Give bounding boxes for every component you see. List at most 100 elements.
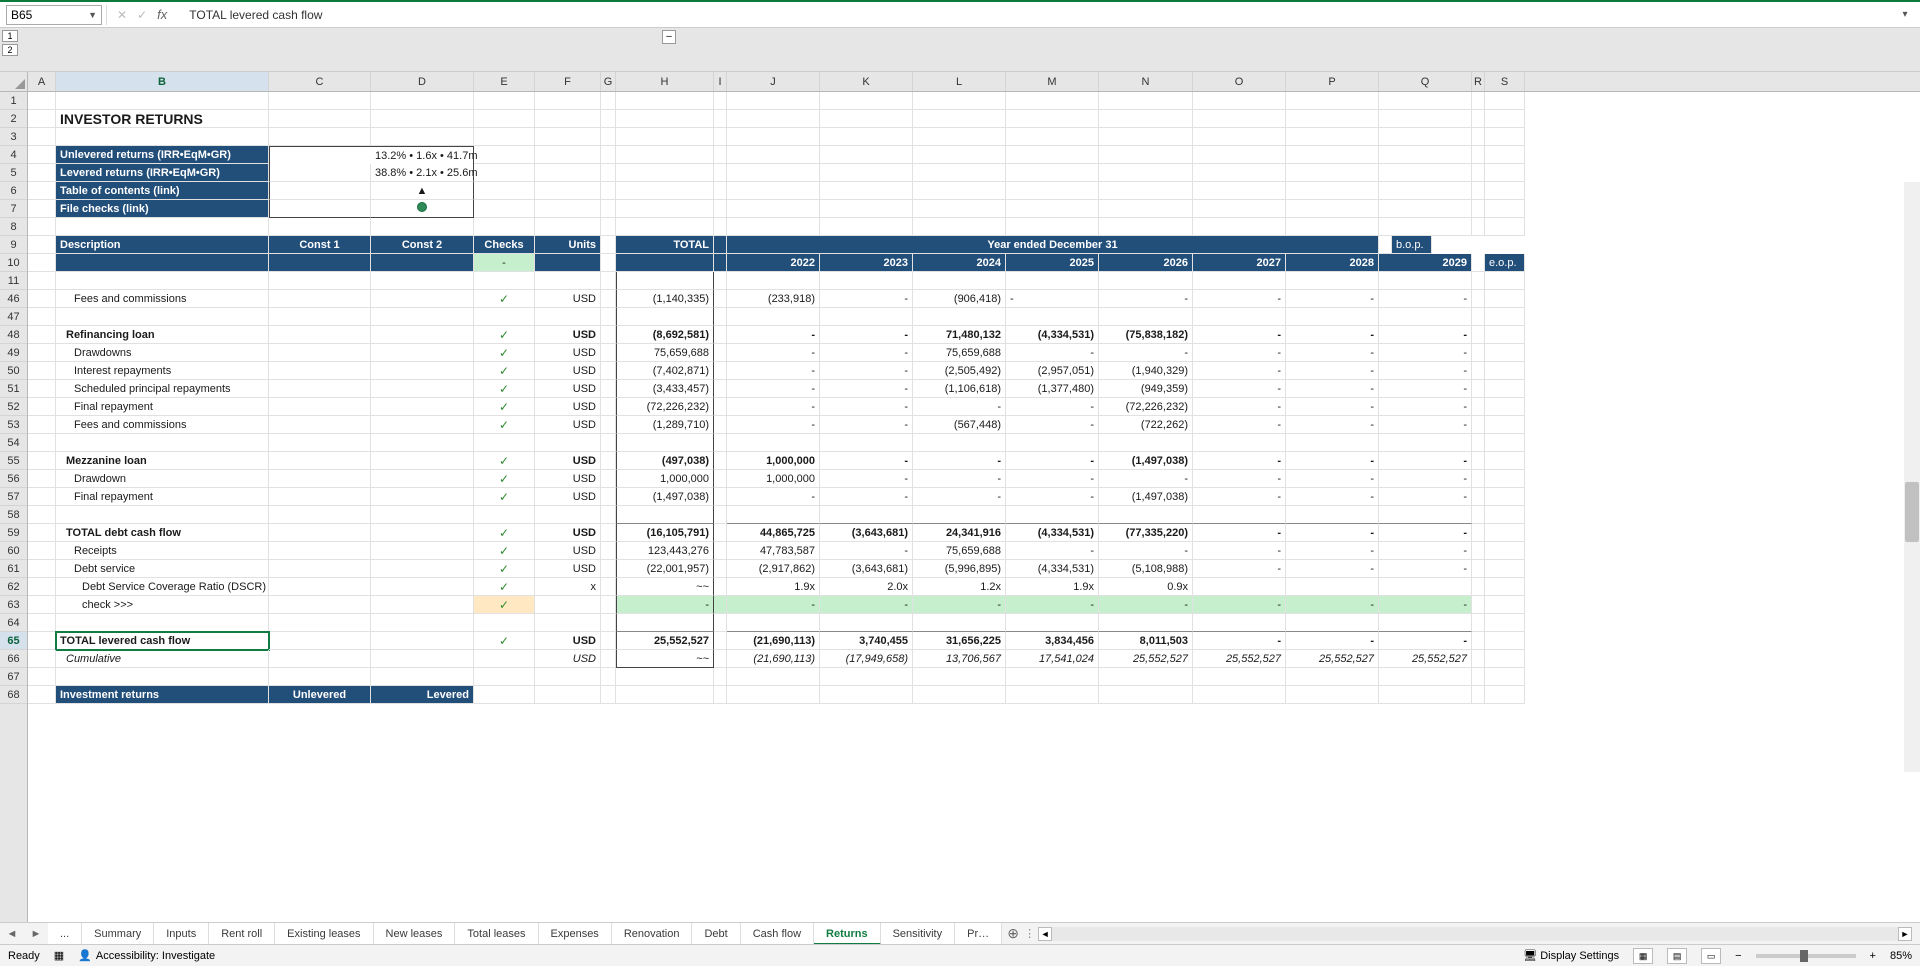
tab-nav-next[interactable]: ► xyxy=(24,928,48,940)
zoom-out-button[interactable]: − xyxy=(1735,950,1741,962)
sheet-tab[interactable]: New leases xyxy=(374,923,456,945)
row-header[interactable]: 3 xyxy=(0,128,27,146)
row-header[interactable]: 49 xyxy=(0,344,27,362)
row-header[interactable]: 60 xyxy=(0,542,27,560)
row-header[interactable]: 4 xyxy=(0,146,27,164)
row-header[interactable]: 10 xyxy=(0,254,27,272)
row-header[interactable]: 63 xyxy=(0,596,27,614)
col-header[interactable]: O xyxy=(1193,72,1286,91)
formula-input[interactable]: TOTAL levered cash flow xyxy=(181,8,1892,22)
row-header[interactable]: 61 xyxy=(0,560,27,578)
outline-level-2[interactable]: 2 xyxy=(2,44,18,56)
selected-cell[interactable]: TOTAL levered cash flow xyxy=(56,632,269,650)
col-header[interactable]: P xyxy=(1286,72,1379,91)
sheet-tab[interactable]: Cash flow xyxy=(741,923,814,945)
col-header[interactable]: A xyxy=(28,72,56,91)
row-header[interactable]: 47 xyxy=(0,308,27,326)
col-header[interactable]: K xyxy=(820,72,913,91)
row-header[interactable]: 50 xyxy=(0,362,27,380)
row-header[interactable]: 58 xyxy=(0,506,27,524)
name-box-dropdown-icon[interactable]: ▼ xyxy=(88,10,97,20)
col-header[interactable]: J xyxy=(727,72,820,91)
sheet-tab[interactable]: Total leases xyxy=(455,923,538,945)
sheet-tab[interactable]: Summary xyxy=(82,923,154,945)
view-layout-button[interactable]: ▤ xyxy=(1667,948,1687,964)
fx-icon[interactable]: fx xyxy=(157,7,167,22)
zoom-knob[interactable] xyxy=(1800,950,1808,962)
row-header[interactable]: 6 xyxy=(0,182,27,200)
col-header[interactable]: G xyxy=(601,72,616,91)
col-header[interactable]: S xyxy=(1485,72,1525,91)
display-settings[interactable]: 🖥 Display Settings xyxy=(1523,949,1619,962)
view-normal-button[interactable]: ▦ xyxy=(1633,948,1653,964)
col-header[interactable]: M xyxy=(1006,72,1099,91)
scrollbar-thumb[interactable] xyxy=(1905,482,1919,542)
row-header[interactable]: 57 xyxy=(0,488,27,506)
row-header[interactable]: 64 xyxy=(0,614,27,632)
up-triangle-icon[interactable]: ▲ xyxy=(371,182,474,200)
col-header[interactable]: R xyxy=(1472,72,1485,91)
col-header[interactable]: D xyxy=(371,72,474,91)
view-pagebreak-button[interactable]: ▭ xyxy=(1701,948,1721,964)
col-header[interactable]: H xyxy=(616,72,714,91)
col-header[interactable]: Q xyxy=(1379,72,1472,91)
tab-overflow[interactable]: ... xyxy=(48,923,82,945)
row-header[interactable]: 2 xyxy=(0,110,27,128)
outline-level-1[interactable]: 1 xyxy=(2,30,18,42)
row-header[interactable]: 9 xyxy=(0,236,27,254)
row-header[interactable]: 46 xyxy=(0,290,27,308)
row-header[interactable]: 48 xyxy=(0,326,27,344)
hscroll-right-icon[interactable]: ► xyxy=(1898,927,1912,941)
vertical-scrollbar[interactable] xyxy=(1904,182,1920,772)
col-header[interactable]: B xyxy=(56,72,269,91)
row-header[interactable]: 59 xyxy=(0,524,27,542)
accept-icon[interactable]: ✓ xyxy=(137,8,147,22)
zoom-in-button[interactable]: + xyxy=(1870,950,1876,962)
kpi-toc-label[interactable]: Table of contents (link) xyxy=(56,182,269,200)
col-header[interactable]: C xyxy=(269,72,371,91)
accessibility-status[interactable]: 👤Accessibility: Investigate xyxy=(78,949,215,962)
row-header[interactable]: 66 xyxy=(0,650,27,668)
name-box[interactable]: B65 ▼ xyxy=(6,5,102,25)
col-header[interactable]: E xyxy=(474,72,535,91)
zoom-slider[interactable] xyxy=(1756,954,1856,958)
hscroll-left-icon[interactable]: ◄ xyxy=(1038,927,1052,941)
row-header[interactable]: 55 xyxy=(0,452,27,470)
sheet-tab[interactable]: Sensitivity xyxy=(881,923,956,945)
row-header[interactable]: 11 xyxy=(0,272,27,290)
col-header[interactable]: F xyxy=(535,72,601,91)
grid-body[interactable]: A B C D E F G H I J K L M N O P Q R S xyxy=(28,72,1920,922)
col-header[interactable]: N xyxy=(1099,72,1193,91)
row-header[interactable]: 1 xyxy=(0,92,27,110)
sheet-tab[interactable]: Renovation xyxy=(612,923,693,945)
sheet-tab[interactable]: Inputs xyxy=(154,923,209,945)
zoom-level[interactable]: 85% xyxy=(1890,950,1912,962)
sheet-tab[interactable]: Rent roll xyxy=(209,923,275,945)
sheet-tab[interactable]: Existing leases xyxy=(275,923,373,945)
row-header[interactable]: 67 xyxy=(0,668,27,686)
row-header[interactable]: 54 xyxy=(0,434,27,452)
col-header[interactable]: I xyxy=(714,72,727,91)
col-header[interactable]: L xyxy=(913,72,1006,91)
row-header[interactable]: 53 xyxy=(0,416,27,434)
add-sheet-button[interactable]: ⊕ xyxy=(1002,925,1024,942)
sheet-tab[interactable]: Debt xyxy=(692,923,740,945)
sheet-tab[interactable]: Pr… xyxy=(955,923,1002,945)
row-header[interactable]: 62 xyxy=(0,578,27,596)
row-header[interactable]: 51 xyxy=(0,380,27,398)
row-header[interactable]: 56 xyxy=(0,470,27,488)
sheet-tab[interactable]: Expenses xyxy=(539,923,612,945)
row-header[interactable]: 52 xyxy=(0,398,27,416)
row-header[interactable]: 65 xyxy=(0,632,27,650)
row-header[interactable]: 68 xyxy=(0,686,27,704)
macro-record-icon[interactable]: ▦ xyxy=(54,949,64,962)
row-header[interactable]: 7 xyxy=(0,200,27,218)
row-header[interactable]: 8 xyxy=(0,218,27,236)
select-all-button[interactable] xyxy=(0,72,27,92)
kpi-checks-label[interactable]: File checks (link) xyxy=(56,200,269,218)
row-header[interactable]: 5 xyxy=(0,164,27,182)
cancel-icon[interactable]: ✕ xyxy=(117,8,127,22)
tab-nav-prev[interactable]: ◄ xyxy=(0,928,24,940)
formula-expand-icon[interactable]: ▾ xyxy=(1896,9,1914,20)
sheet-tab-active[interactable]: Returns xyxy=(814,923,881,945)
